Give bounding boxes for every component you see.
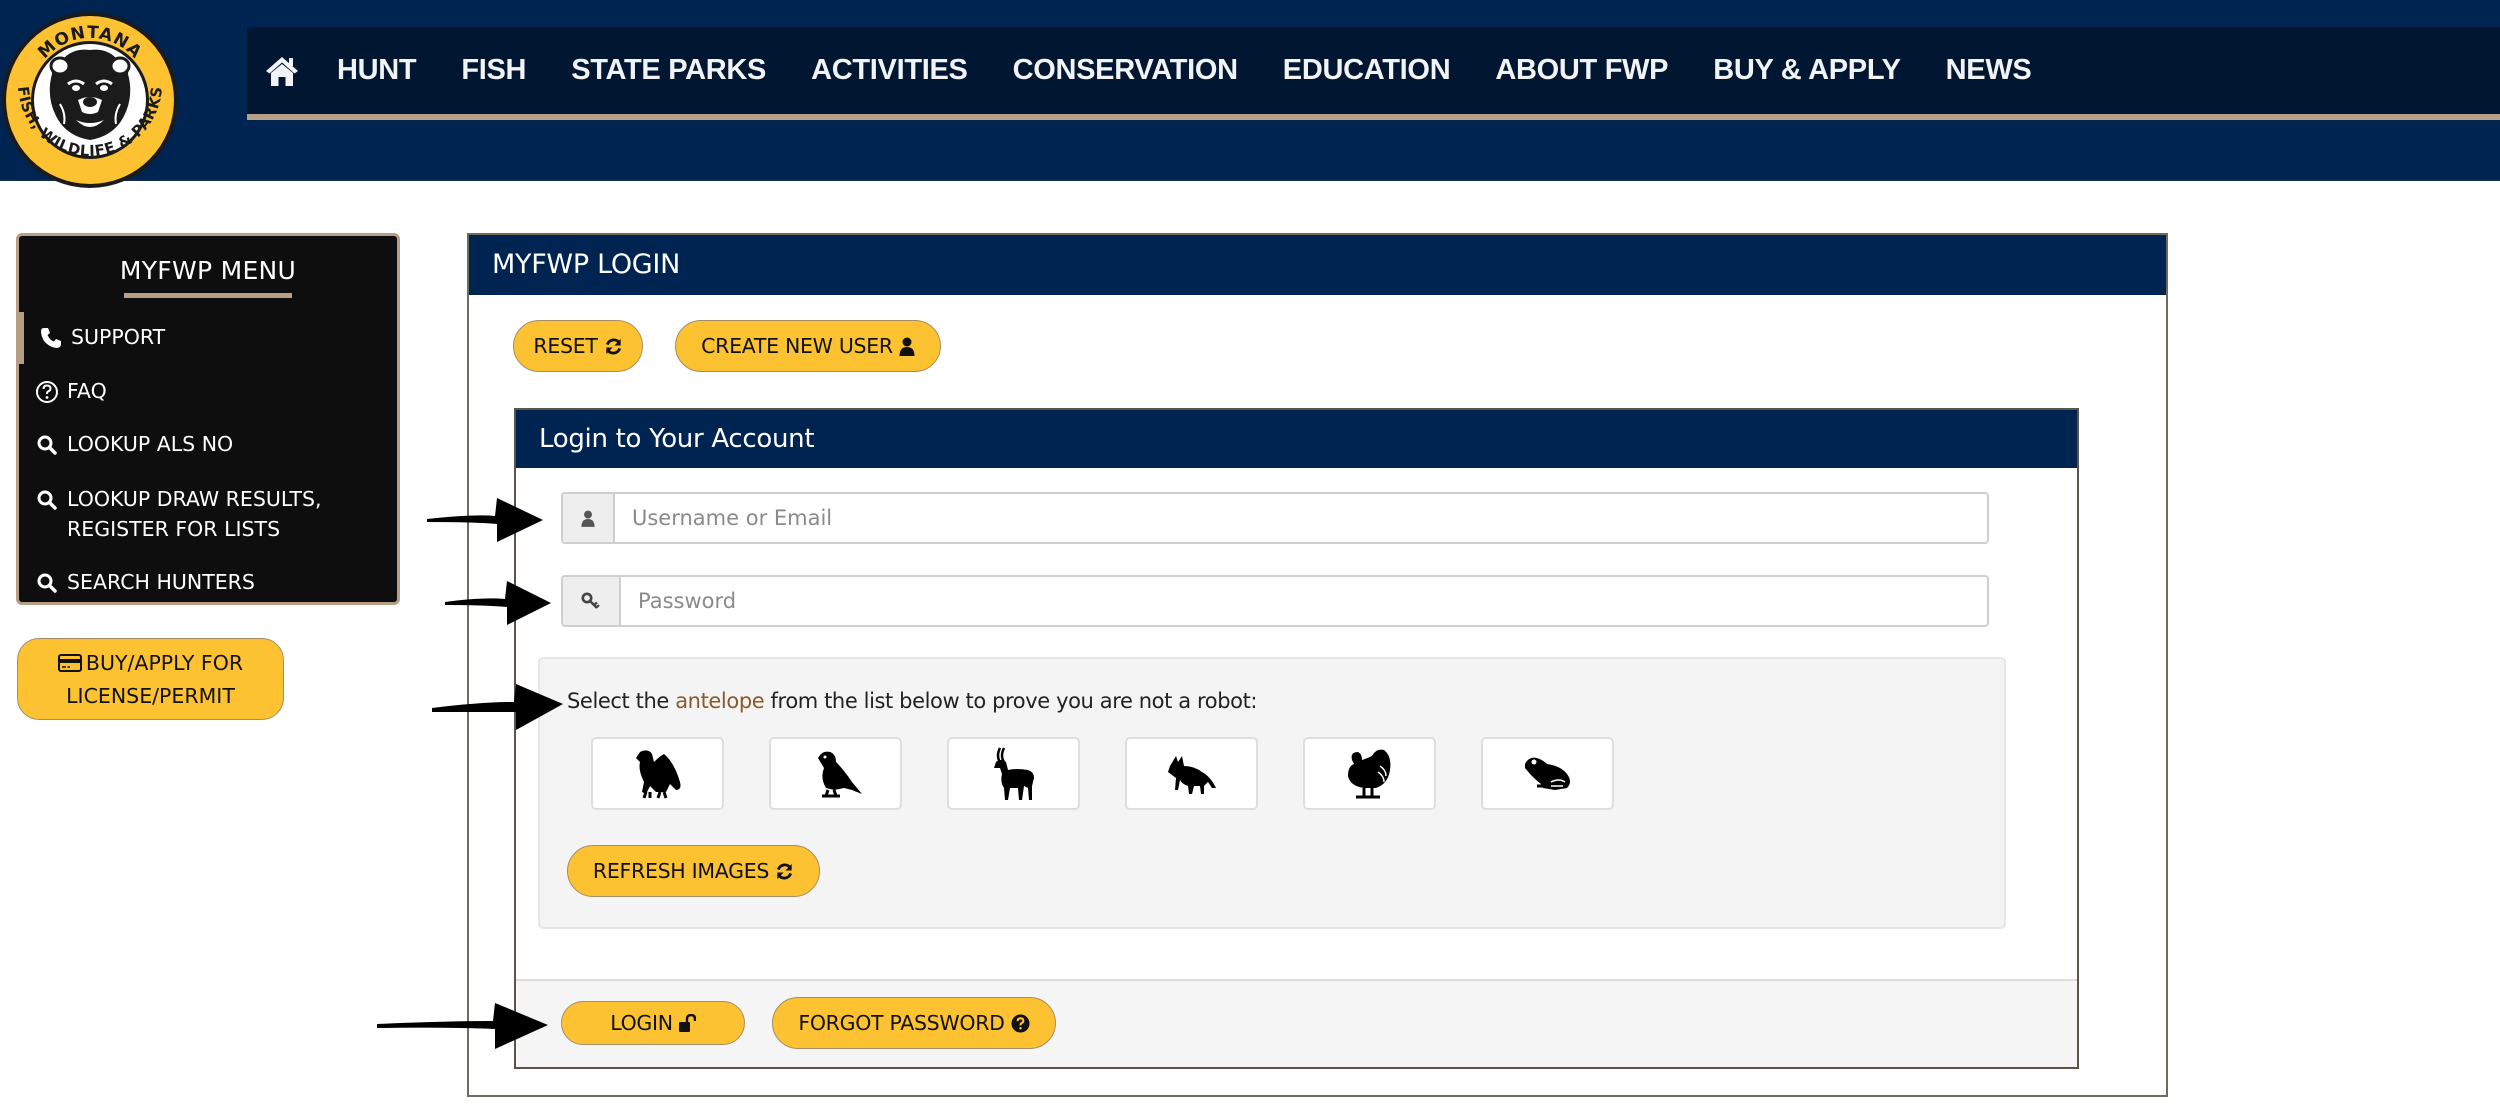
forgot-password-label: FORGOT PASSWORD	[798, 1011, 1005, 1035]
nav-news[interactable]: NEWS	[1946, 54, 2032, 87]
menu-title-underline	[124, 293, 292, 298]
captcha-option-antelope[interactable]	[947, 737, 1080, 810]
frog-icon	[1524, 757, 1570, 790]
sidebar-item-label-line2: REGISTER FOR LISTS	[67, 517, 281, 541]
password-input[interactable]	[619, 575, 1989, 627]
nav-conservation[interactable]: CONSERVATION	[1013, 54, 1239, 87]
question-circle-icon	[35, 380, 59, 404]
refresh-icon	[604, 337, 623, 356]
username-input[interactable]	[613, 492, 1989, 544]
sidebar-item-search-hunters[interactable]: SEARCH HUNTERS	[19, 567, 397, 597]
reset-button[interactable]: RESET	[513, 320, 643, 372]
question-circle-icon	[1011, 1013, 1030, 1033]
nav-state-parks[interactable]: STATE PARKS	[571, 54, 766, 87]
menu-title: MYFWP MENU	[119, 256, 297, 285]
captcha-option-frog[interactable]	[1481, 737, 1614, 810]
captcha-suffix: from the list below to prove you are not…	[764, 689, 1258, 713]
unlock-icon	[678, 1014, 696, 1032]
user-icon	[581, 510, 595, 527]
buy-button-line1: BUY/APPLY FOR	[85, 651, 244, 675]
username-group	[561, 492, 1989, 544]
password-addon	[561, 575, 619, 627]
login-card: Login to Your Account Select the antelop…	[514, 408, 2079, 1069]
create-new-user-button[interactable]: CREATE NEW USER	[675, 320, 941, 372]
falcon-icon	[817, 751, 862, 797]
myfwp-menu: MYFWP MENU SUPPORT FAQ LOOKUP ALS NO LOO…	[16, 233, 400, 605]
key-icon	[581, 592, 600, 609]
captcha-option-turkey[interactable]	[1303, 737, 1436, 810]
sidebar-item-label: FAQ	[67, 379, 107, 403]
captcha-prefix: Select the	[567, 689, 676, 713]
reset-label: RESET	[533, 334, 598, 358]
panel-title: MYFWP LOGIN	[469, 235, 2166, 295]
captcha-target-animal: antelope	[675, 689, 765, 713]
nav-about-fwp[interactable]: ABOUT FWP	[1495, 54, 1668, 87]
search-icon	[35, 488, 59, 512]
captcha-instructions: Select the antelope from the list below …	[567, 689, 1257, 713]
sidebar-item-support[interactable]: SUPPORT	[19, 312, 397, 364]
login-card-title: Login to Your Account	[516, 410, 2077, 468]
refresh-icon	[775, 862, 794, 881]
nav-activities[interactable]: ACTIVITIES	[811, 54, 968, 87]
username-addon	[561, 492, 613, 544]
password-group	[561, 575, 1989, 627]
nav-hunt[interactable]: HUNT	[337, 54, 417, 87]
home-icon	[266, 56, 298, 86]
forgot-password-button[interactable]: FORGOT PASSWORD	[772, 997, 1056, 1049]
phone-icon	[39, 326, 63, 350]
animal-captcha: Select the antelope from the list below …	[538, 657, 2006, 929]
login-card-footer: LOGIN FORGOT PASSWORD	[516, 979, 2077, 1067]
nav-fish[interactable]: FISH	[461, 54, 526, 87]
sidebar-item-lookup-draw[interactable]: LOOKUP DRAW RESULTS, REGISTER FOR LISTS	[19, 484, 397, 544]
sidebar-item-lookup-als[interactable]: LOOKUP ALS NO	[19, 429, 397, 459]
sidebar-item-label: SEARCH HUNTERS	[67, 570, 255, 594]
turkey-icon	[1347, 749, 1390, 798]
login-label: LOGIN	[610, 1011, 673, 1035]
refresh-images-label: REFRESH IMAGES	[592, 859, 770, 883]
search-icon	[35, 433, 59, 457]
user-icon	[899, 337, 915, 356]
nav-education[interactable]: EDUCATION	[1283, 54, 1451, 87]
myfwp-login-panel: MYFWP LOGIN RESET CREATE NEW USER Login …	[467, 233, 2168, 1097]
nav-buy-apply[interactable]: BUY & APPLY	[1713, 54, 1901, 87]
login-button[interactable]: LOGIN	[561, 1001, 745, 1045]
buy-button-line2: LICENSE/PERMIT	[66, 684, 235, 708]
sidebar-item-faq[interactable]: FAQ	[19, 376, 397, 406]
sidebar-item-label: LOOKUP ALS NO	[67, 432, 234, 456]
sidebar-item-label: LOOKUP DRAW RESULTS,	[67, 487, 322, 511]
captcha-option-eagle[interactable]	[591, 737, 724, 810]
captcha-option-fox[interactable]	[1125, 737, 1258, 810]
credit-card-icon	[57, 650, 82, 681]
captcha-option-falcon[interactable]	[769, 737, 902, 810]
fox-icon	[1167, 755, 1216, 794]
eagle-icon	[635, 749, 680, 798]
fwp-logo[interactable]: MONTANA FISH, WILDLIFE & PARKS	[0, 4, 180, 190]
antelope-icon	[993, 746, 1034, 800]
create-user-label: CREATE NEW USER	[701, 334, 893, 358]
refresh-images-button[interactable]: REFRESH IMAGES	[567, 845, 820, 897]
main-nav: HUNT FISH STATE PARKS ACTIVITIES CONSERV…	[247, 27, 2500, 120]
search-icon	[35, 571, 59, 595]
site-header: HUNT FISH STATE PARKS ACTIVITIES CONSERV…	[0, 0, 2500, 181]
buy-apply-license-button[interactable]: BUY/APPLY FOR LICENSE/PERMIT	[17, 638, 284, 720]
nav-home-button[interactable]	[252, 41, 312, 101]
sidebar-item-label: SUPPORT	[71, 325, 166, 349]
